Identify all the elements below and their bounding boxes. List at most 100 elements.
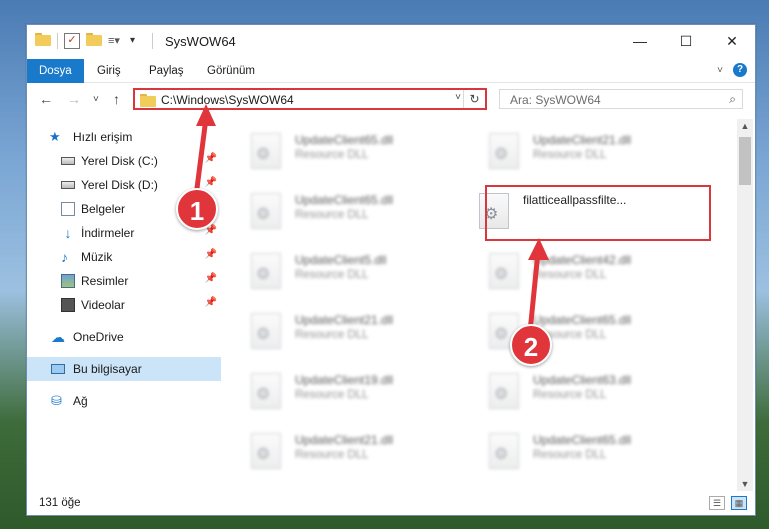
separator xyxy=(57,33,58,49)
file-item[interactable]: ⚙ UpdateClient5.dll Resource DLL xyxy=(223,245,453,295)
vertical-scrollbar[interactable]: ▲ ▼ xyxy=(737,119,753,491)
sidebar-item-label: Müzik xyxy=(81,250,113,264)
search-input[interactable]: Ara: SysWOW64 ⌕ xyxy=(499,89,743,109)
tab-home[interactable]: Giriş xyxy=(85,59,133,83)
file-name: UpdateClient63.dll xyxy=(533,373,632,387)
tab-file[interactable]: Dosya xyxy=(27,59,84,83)
sidebar-item-videos[interactable]: Videolar 📌 xyxy=(27,293,221,317)
dll-file-icon: ⚙ xyxy=(489,133,519,169)
file-name: UpdateClient65.dll xyxy=(295,193,394,207)
properties-icon[interactable]: ✓ xyxy=(64,33,80,49)
new-folder-icon[interactable] xyxy=(86,33,102,49)
sidebar-item-local-disk-c[interactable]: Yerel Disk (C:) 📌 xyxy=(27,149,221,173)
sidebar-item-label: Bu bilgisayar xyxy=(73,362,142,376)
file-item[interactable]: ⚙ UpdateClient65.dll Resource DLL xyxy=(223,125,453,175)
file-name: UpdateClient19.dll xyxy=(295,373,394,387)
close-button[interactable]: ✕ xyxy=(709,25,755,57)
file-item[interactable]: ⚙ UpdateClient21.dll Resource DLL xyxy=(223,305,453,355)
network-icon: ⛁ xyxy=(51,393,62,408)
sidebar-item-label: Resimler xyxy=(81,274,129,288)
file-type: Resource DLL xyxy=(295,149,369,161)
separator xyxy=(152,33,153,49)
dll-file-icon: ⚙ xyxy=(489,433,519,469)
item-count: 131 öğe xyxy=(39,497,81,509)
file-item[interactable]: ⚙ UpdateClient42.dll Resource DLL xyxy=(461,245,691,295)
target-file-highlight xyxy=(485,185,711,241)
ribbon-right: ˅ ? xyxy=(717,63,747,77)
computer-icon xyxy=(51,364,65,374)
forward-button[interactable]: → xyxy=(67,91,81,107)
documents-icon xyxy=(61,202,75,216)
file-type: Resource DLL xyxy=(295,449,369,461)
explorer-window: ✓ ≡▾ ▾ SysWOW64 — ☐ ✕ Dosya Giriş Paylaş… xyxy=(26,24,756,516)
sidebar-item-quick-access[interactable]: ★ Hızlı erişim xyxy=(27,125,221,149)
sidebar-item-music[interactable]: ♪ Müzik 📌 xyxy=(27,245,221,269)
customize-toolbar-icon[interactable]: ≡▾ xyxy=(108,33,124,49)
back-button[interactable]: ← xyxy=(39,91,53,107)
status-bar: 131 öğe ☰ ▦ xyxy=(27,493,755,515)
folder-icon xyxy=(140,94,156,107)
refresh-button[interactable]: ↻ xyxy=(463,90,485,108)
title-bar: ✓ ≡▾ ▾ SysWOW64 — ☐ ✕ xyxy=(27,25,755,59)
file-type: Resource DLL xyxy=(295,269,369,281)
expand-ribbon-icon[interactable]: ˅ xyxy=(717,65,723,76)
tiles-view-icon[interactable]: ▦ xyxy=(731,496,747,510)
sidebar-item-label: Yerel Disk (D:) xyxy=(81,178,158,192)
file-type: Resource DLL xyxy=(533,449,607,461)
file-name: UpdateClient21.dll xyxy=(295,433,394,447)
folder-icon xyxy=(35,33,51,49)
file-name: UpdateClient21.dll xyxy=(295,313,394,327)
maximize-button[interactable]: ☐ xyxy=(663,25,709,57)
minimize-button[interactable]: — xyxy=(617,25,663,57)
drive-icon xyxy=(61,157,75,165)
dll-file-icon: ⚙ xyxy=(489,373,519,409)
pin-icon: 📌 xyxy=(204,153,217,164)
sidebar-item-label: Ağ xyxy=(73,394,88,408)
window-controls: — ☐ ✕ xyxy=(617,25,755,57)
tab-share[interactable]: Paylaş xyxy=(137,59,196,83)
address-bar[interactable]: C:\Windows\SysWOW64 ˅ ↻ xyxy=(133,88,487,110)
pictures-icon xyxy=(61,274,75,288)
search-placeholder: Ara: SysWOW64 xyxy=(510,93,601,107)
quick-access-toolbar: ✓ ≡▾ ▾ xyxy=(35,33,153,49)
scroll-down-arrow-icon[interactable]: ▼ xyxy=(737,477,753,491)
search-icon[interactable]: ⌕ xyxy=(729,92,736,107)
drive-icon xyxy=(61,181,75,189)
tab-view[interactable]: Görünüm xyxy=(195,59,267,83)
sidebar-item-network[interactable]: ⛁ Ağ xyxy=(27,389,221,413)
ribbon-tabs: Dosya Giriş Paylaş Görünüm ˅ ? xyxy=(27,59,755,83)
file-item[interactable]: ⚙ UpdateClient21.dll Resource DLL xyxy=(461,125,691,175)
up-button[interactable]: ↑ xyxy=(113,91,120,107)
file-item[interactable]: ⚙ UpdateClient65.dll Resource DLL xyxy=(461,305,691,355)
pin-icon: 📌 xyxy=(204,177,217,188)
help-icon[interactable]: ? xyxy=(733,63,747,77)
details-view-icon[interactable]: ☰ xyxy=(709,496,725,510)
scroll-thumb[interactable] xyxy=(739,137,751,185)
sidebar-item-pictures[interactable]: Resimler 📌 xyxy=(27,269,221,293)
sidebar-item-onedrive[interactable]: ☁ OneDrive xyxy=(27,325,221,349)
music-icon: ♪ xyxy=(61,249,68,265)
view-buttons: ☰ ▦ xyxy=(709,496,747,510)
scroll-up-arrow-icon[interactable]: ▲ xyxy=(737,119,753,133)
dropdown-icon[interactable]: ▾ xyxy=(130,33,146,49)
file-item[interactable]: ⚙ UpdateClient65.dll Resource DLL xyxy=(223,185,453,235)
downloads-icon: ↓ xyxy=(64,225,72,241)
file-type: Resource DLL xyxy=(533,149,607,161)
videos-icon xyxy=(61,298,75,312)
file-list: ⚙ UpdateClient65.dll Resource DLL ⚙ Upda… xyxy=(223,119,735,491)
dll-file-icon: ⚙ xyxy=(251,433,281,469)
file-item[interactable]: ⚙ UpdateClient21.dll Resource DLL xyxy=(223,425,453,475)
dll-file-icon: ⚙ xyxy=(251,313,281,349)
window-title: SysWOW64 xyxy=(165,34,236,49)
sidebar-item-this-pc[interactable]: Bu bilgisayar xyxy=(27,357,221,381)
chevron-down-icon[interactable]: ˅ xyxy=(455,92,461,103)
recent-locations-button[interactable]: ˅ xyxy=(93,94,99,105)
file-item[interactable]: ⚙ UpdateClient19.dll Resource DLL xyxy=(223,365,453,415)
pin-icon: 📌 xyxy=(204,297,217,308)
file-item[interactable]: ⚙ UpdateClient63.dll Resource DLL xyxy=(461,365,691,415)
navigation-pane: ★ Hızlı erişim Yerel Disk (C:) 📌 Yerel D… xyxy=(27,121,221,491)
file-name: UpdateClient65.dll xyxy=(533,433,632,447)
address-text[interactable]: C:\Windows\SysWOW64 xyxy=(161,93,294,107)
file-item[interactable]: ⚙ UpdateClient65.dll Resource DLL xyxy=(461,425,691,475)
dll-file-icon: ⚙ xyxy=(489,253,519,289)
